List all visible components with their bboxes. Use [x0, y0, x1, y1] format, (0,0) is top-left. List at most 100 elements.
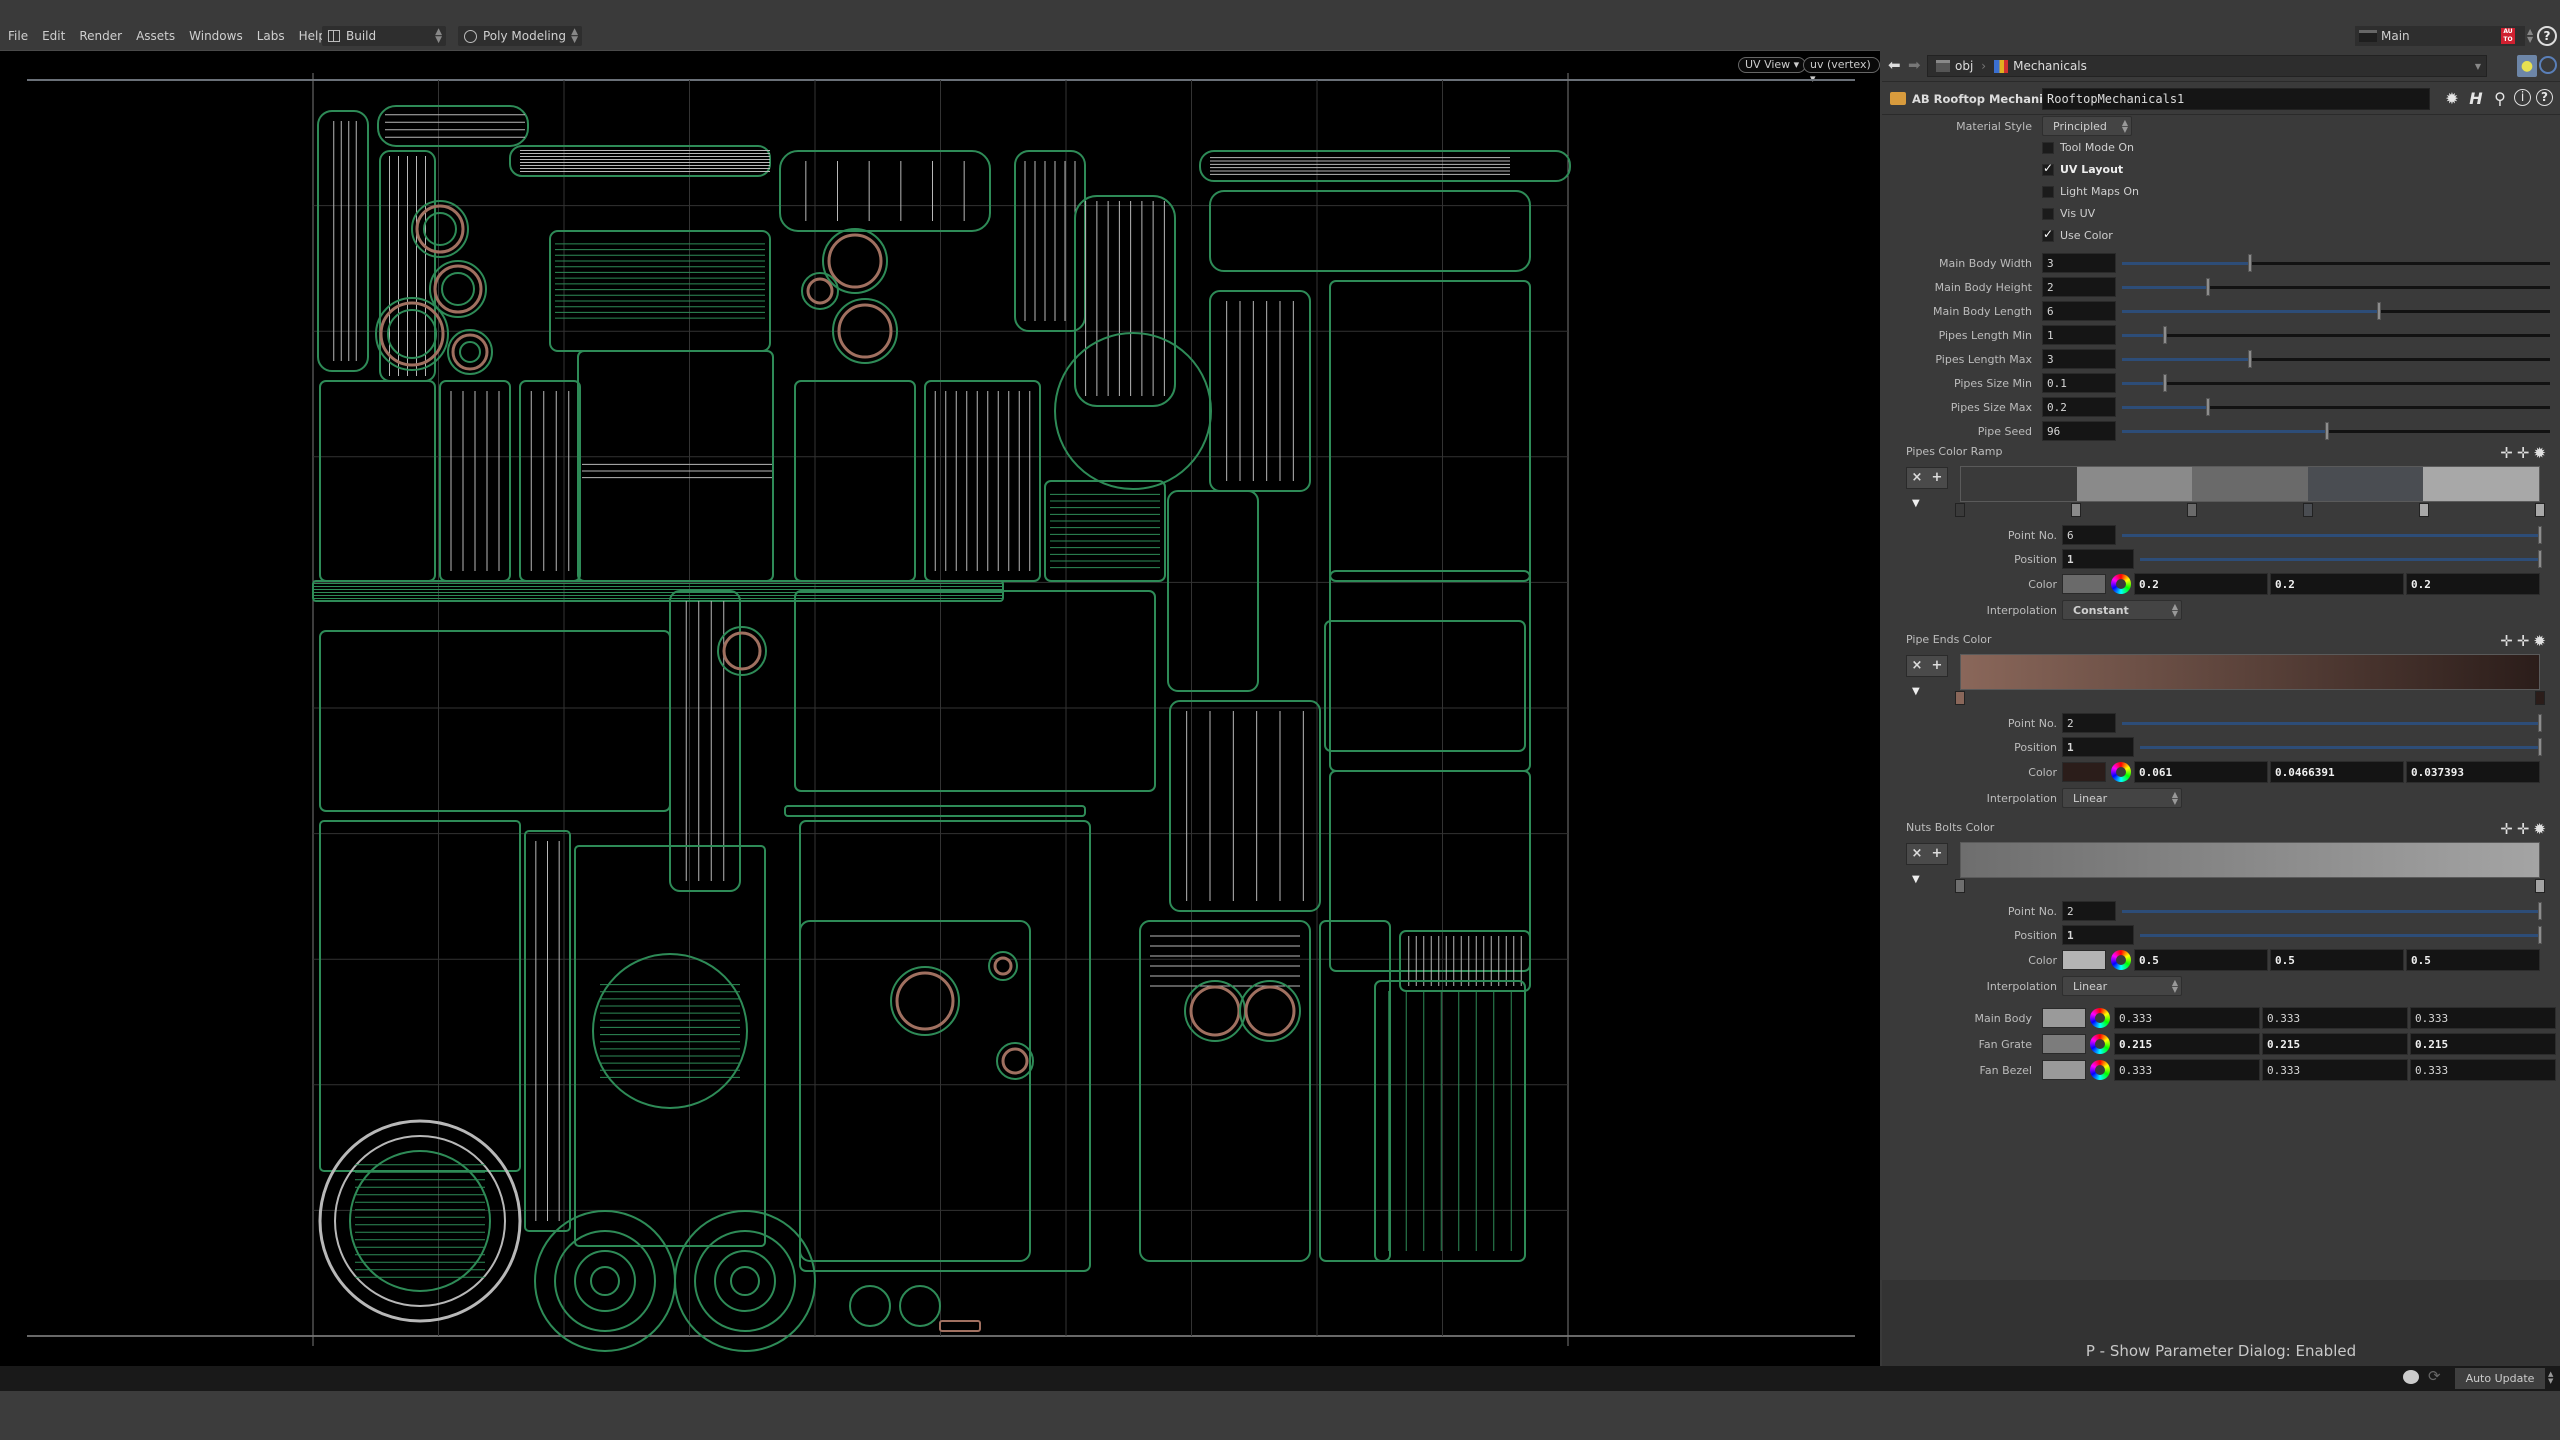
- param-value-field[interactable]: 1: [2042, 325, 2116, 345]
- color-swatch[interactable]: [2042, 1034, 2086, 1054]
- color-r-field[interactable]: 0.5: [2134, 949, 2268, 971]
- color-r-field[interactable]: 0.333: [2114, 1007, 2260, 1029]
- color-b-field[interactable]: 0.215: [2410, 1033, 2556, 1055]
- network-path[interactable]: obj › Mechanicals ▼: [1927, 55, 2487, 77]
- position-slider[interactable]: [2140, 550, 2542, 568]
- point-no-slider[interactable]: [2122, 526, 2542, 544]
- checkbox[interactable]: [2042, 186, 2054, 198]
- slider-handle[interactable]: [2325, 422, 2330, 440]
- menu-edit[interactable]: Edit: [42, 29, 65, 43]
- position-field[interactable]: 1: [2062, 549, 2134, 569]
- insert-key-icon[interactable]: ✛: [2500, 444, 2517, 462]
- color-r-field[interactable]: 0.2: [2134, 573, 2268, 595]
- param-value-field[interactable]: 2: [2042, 277, 2116, 297]
- expand-triangle-icon[interactable]: ▼: [1912, 874, 1920, 885]
- split-key-icon[interactable]: ✛: [2517, 632, 2534, 650]
- ramp-key[interactable]: [2535, 879, 2545, 893]
- position-slider[interactable]: [2140, 738, 2542, 756]
- color-g-field[interactable]: 0.2: [2270, 573, 2404, 595]
- color-g-field[interactable]: 0.333: [2262, 1059, 2408, 1081]
- param-slider[interactable]: [2122, 326, 2550, 344]
- desktop-select[interactable]: Build ▲ ▼: [322, 26, 446, 46]
- ramp-key[interactable]: [2071, 503, 2081, 517]
- color-swatch[interactable]: [2042, 1060, 2086, 1080]
- point-no-field[interactable]: 2: [2062, 901, 2116, 921]
- menu-labs[interactable]: Labs: [257, 29, 285, 43]
- delete-key-icon[interactable]: ×: [1907, 468, 1927, 488]
- slider-handle[interactable]: [2162, 374, 2167, 392]
- hscript-help-icon[interactable]: H: [2466, 89, 2486, 109]
- param-value-field[interactable]: 3: [2042, 253, 2116, 273]
- menu-file[interactable]: File: [8, 29, 28, 43]
- forward-arrow-icon[interactable]: ➡: [1908, 56, 1921, 74]
- menu-windows[interactable]: Windows: [189, 29, 243, 43]
- color-b-field[interactable]: 0.333: [2410, 1007, 2556, 1029]
- slider-handle[interactable]: [2538, 902, 2542, 920]
- checkbox[interactable]: ✓: [2042, 161, 2054, 176]
- color-g-field[interactable]: 0.0466391: [2270, 761, 2404, 783]
- context-select[interactable]: Main AU TO: [2355, 26, 2525, 46]
- menu-assets[interactable]: Assets: [136, 29, 175, 43]
- help-icon[interactable]: ?: [2537, 26, 2557, 46]
- material-style-select[interactable]: Principled ▲ ▼: [2042, 116, 2132, 136]
- split-key-icon[interactable]: ✛: [2517, 444, 2534, 462]
- slider-handle[interactable]: [2248, 254, 2253, 272]
- color-wheel-icon[interactable]: [2111, 574, 2131, 594]
- color-swatch[interactable]: [2062, 762, 2106, 782]
- add-key-icon[interactable]: +: [1927, 656, 1947, 676]
- ramp-key[interactable]: [2303, 503, 2313, 517]
- color-swatch[interactable]: [2042, 1008, 2086, 1028]
- brain-icon[interactable]: [2403, 1370, 2419, 1384]
- gear-icon[interactable]: ✹: [2533, 444, 2550, 462]
- ramp-bar[interactable]: [1960, 654, 2540, 690]
- expand-triangle-icon[interactable]: ▼: [1912, 686, 1920, 697]
- point-no-slider[interactable]: [2122, 714, 2542, 732]
- param-slider[interactable]: [2122, 374, 2550, 392]
- color-wheel-icon[interactable]: [2090, 1034, 2110, 1054]
- color-g-field[interactable]: 0.215: [2262, 1033, 2408, 1055]
- color-g-field[interactable]: 0.333: [2262, 1007, 2408, 1029]
- path-dropdown-icon[interactable]: ▼: [2475, 62, 2481, 71]
- color-b-field[interactable]: 0.5: [2406, 949, 2540, 971]
- uv-viewport[interactable]: UV View ▾ uv (vertex) ▾: [0, 50, 1880, 1366]
- refresh-icon[interactable]: ⟳: [2428, 1367, 2441, 1385]
- pin-icon[interactable]: ●: [2517, 55, 2537, 77]
- auto-update-select[interactable]: Auto Update: [2455, 1368, 2545, 1389]
- search-icon[interactable]: ⚲: [2490, 89, 2510, 109]
- param-value-field[interactable]: 3: [2042, 349, 2116, 369]
- color-g-field[interactable]: 0.5: [2270, 949, 2404, 971]
- position-slider[interactable]: [2140, 926, 2542, 944]
- slider-handle[interactable]: [2376, 302, 2381, 320]
- slider-handle[interactable]: [2248, 350, 2253, 368]
- param-slider[interactable]: [2122, 302, 2550, 320]
- back-arrow-icon[interactable]: ⬅: [1888, 56, 1901, 74]
- color-b-field[interactable]: 0.333: [2410, 1059, 2556, 1081]
- insert-key-icon[interactable]: ✛: [2500, 632, 2517, 650]
- delete-key-icon[interactable]: ×: [1907, 656, 1927, 676]
- point-no-slider[interactable]: [2122, 902, 2542, 920]
- help-icon[interactable]: ?: [2536, 89, 2553, 106]
- ramp-key[interactable]: [1955, 879, 1965, 893]
- slider-handle[interactable]: [2538, 714, 2542, 732]
- gear-icon[interactable]: ✹: [2533, 632, 2550, 650]
- param-slider[interactable]: [2122, 422, 2550, 440]
- ramp-bar[interactable]: [1960, 466, 2540, 502]
- add-key-icon[interactable]: +: [1927, 468, 1947, 488]
- color-wheel-icon[interactable]: [2111, 950, 2131, 970]
- ramp-key[interactable]: [1955, 503, 1965, 517]
- ramp-key[interactable]: [2535, 691, 2545, 705]
- interpolation-select[interactable]: Linear ▲ ▼: [2062, 976, 2182, 996]
- color-r-field[interactable]: 0.061: [2134, 761, 2268, 783]
- path-segment-obj[interactable]: obj: [1928, 59, 1981, 73]
- param-slider[interactable]: [2122, 350, 2550, 368]
- color-swatch[interactable]: [2062, 950, 2106, 970]
- ramp-key[interactable]: [2187, 503, 2197, 517]
- split-key-icon[interactable]: ✛: [2517, 820, 2534, 838]
- param-value-field[interactable]: 0.2: [2042, 397, 2116, 417]
- slider-handle[interactable]: [2538, 738, 2542, 756]
- param-value-field[interactable]: 0.1: [2042, 373, 2116, 393]
- insert-key-icon[interactable]: ✛: [2500, 820, 2517, 838]
- color-wheel-icon[interactable]: [2090, 1008, 2110, 1028]
- menu-render[interactable]: Render: [79, 29, 122, 43]
- param-value-field[interactable]: 96: [2042, 421, 2116, 441]
